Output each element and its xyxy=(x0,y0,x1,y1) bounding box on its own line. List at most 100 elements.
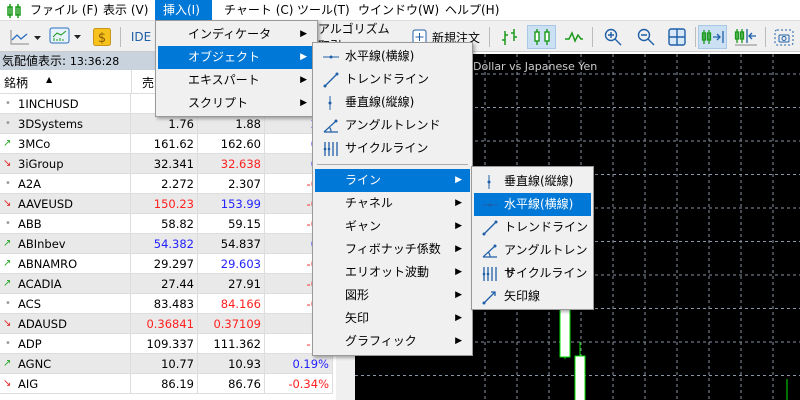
line-item[interactable]: 矢印線 xyxy=(474,285,591,308)
line-item[interactable]: 水平線(横線) xyxy=(474,193,591,216)
symbol-row[interactable]: ↘AAVEUSD150.23153.99-0.7 xyxy=(0,194,333,214)
submenu-arrow-icon: ▶ xyxy=(455,313,462,323)
menu-tools[interactable]: ツール(T) xyxy=(289,0,358,21)
auto-scroll-button[interactable] xyxy=(698,25,727,49)
submenu-arrow-icon: ▶ xyxy=(455,290,462,300)
menu-insert[interactable]: 挿入(I) xyxy=(155,0,212,21)
candlestick-button[interactable] xyxy=(527,25,556,49)
symbol-cell: • A2A xyxy=(0,174,131,194)
menu-help[interactable]: ヘルプ(H) xyxy=(437,0,507,21)
vertical-line-icon xyxy=(328,96,332,110)
submenu-arrow-icon: ▶ xyxy=(455,267,462,277)
zoom-out-button[interactable] xyxy=(633,25,659,49)
bar-chart-button[interactable] xyxy=(497,25,523,49)
object-item[interactable]: 水平線(横線) xyxy=(315,45,470,68)
symbol-row[interactable]: •ADP109.337111.362-1.0 xyxy=(0,334,333,354)
symbol-row[interactable]: ↗ACADIA27.4427.91-0.7 xyxy=(0,274,333,294)
zoom-in-button[interactable] xyxy=(600,25,626,49)
menu-item-label: サイクルライン xyxy=(345,141,429,155)
symbol-row[interactable]: ↗ABInbev54.38254.8370.4 xyxy=(0,234,333,254)
symbol-cell: ↘ AIG xyxy=(0,374,131,394)
menu-view[interactable]: 表示 (V) xyxy=(95,0,156,21)
menu-file[interactable]: ファイル (F) xyxy=(22,0,106,21)
symbol-cell: • ADP xyxy=(0,334,131,354)
symbol-cell: ↗ ABNAMRO xyxy=(0,254,131,274)
bid-cell: 0.36841 xyxy=(131,314,198,334)
object-item[interactable]: サイクルライン xyxy=(315,137,470,160)
menu-item-scripts[interactable]: スクリプト ▶ xyxy=(158,92,315,115)
symbol-cell: • 1INCHUSD xyxy=(0,94,131,114)
symbol-row[interactable]: •A2A2.2722.307-0.2 xyxy=(0,174,333,194)
menu-window[interactable]: ウインドウ(W) xyxy=(350,0,447,21)
dollar-icon[interactable]: $ xyxy=(92,25,112,49)
ask-cell: 0.37109 xyxy=(198,314,265,334)
symbol-row[interactable]: ↘ AIG 86.19 86.76 -0.34% xyxy=(0,374,333,394)
bid-cell: 58.82 xyxy=(131,214,198,234)
trend-up-icon: ↗ xyxy=(3,138,12,149)
chart-shift-button[interactable] xyxy=(731,25,760,49)
line-item[interactable]: サイクルライン xyxy=(474,262,591,285)
symbol-cell: • 3DSystems xyxy=(0,114,131,134)
line-item[interactable]: アングルトレンド xyxy=(474,239,591,280)
menu-item-experts[interactable]: エキスパート ▶ xyxy=(158,69,315,92)
neutral-dot-icon: • xyxy=(5,218,11,229)
ask-cell: 153.99 xyxy=(198,194,265,214)
menu-item-label: フィボナッチ係数 xyxy=(345,242,441,256)
market-watch-title: 気配値表示: xyxy=(2,54,67,68)
symbol-row[interactable]: •3DSystems1.761.882.9 xyxy=(0,114,333,134)
line-chart-button[interactable] xyxy=(561,25,587,49)
ask-cell: 2.307 xyxy=(198,174,265,194)
menu-item-label: チャネル xyxy=(345,196,393,210)
symbol-row[interactable]: •ABB58.8259.15-0.2 xyxy=(0,214,333,234)
line-item[interactable]: トレンドライン xyxy=(474,216,591,239)
object-group-item[interactable]: グラフィック ▶ xyxy=(315,330,470,353)
symbol-row[interactable]: ↗ABNAMRO29.29729.603-0.1 xyxy=(0,254,333,274)
ask-cell: 111.362 xyxy=(198,334,265,354)
bid-cell: 32.341 xyxy=(131,154,198,174)
menu-item-label: 垂直線(縦線) xyxy=(504,174,574,188)
symbol-row[interactable]: ↘ADAUSD0.368410.371091.6 xyxy=(0,314,333,334)
symbol-cell: ↗ 3MCo xyxy=(0,134,131,154)
arrow-line-icon xyxy=(482,291,496,305)
object-group-item[interactable]: 図形 ▶ xyxy=(315,284,470,307)
ide-button[interactable]: IDE xyxy=(126,25,156,49)
chart-type-button[interactable] xyxy=(8,25,44,49)
symbol-row[interactable]: ↗ AGNC 10.77 10.93 0.19% xyxy=(0,354,333,374)
app-logo-icon xyxy=(6,3,22,22)
object-item[interactable]: アングルトレンド xyxy=(315,114,470,137)
screenshot-button[interactable] xyxy=(771,25,797,49)
indicators-button[interactable] xyxy=(48,25,84,49)
menu-item-objects[interactable]: オブジェクト ▶ xyxy=(158,46,315,69)
menu-item-label: 水平線(横線) xyxy=(504,197,574,211)
symbol-row[interactable]: •ACS83.48384.166-0.4 xyxy=(0,294,333,314)
object-group-item[interactable]: エリオット波動 ▶ xyxy=(315,261,470,284)
grid-button[interactable] xyxy=(664,25,690,49)
objects-menu: 水平線(横線) トレンドライン垂直線(縦線) アングルトレンドサイクルライン ライン… xyxy=(312,42,473,356)
menu-item-label: 矢印線 xyxy=(504,289,541,303)
candle xyxy=(574,355,586,400)
menu-item-indicators[interactable]: インディケータ ▶ xyxy=(158,23,315,46)
object-group-item[interactable]: ライン ▶ xyxy=(315,169,470,192)
object-group-item[interactable]: チャネル ▶ xyxy=(315,192,470,215)
object-group-item[interactable]: ギャン ▶ xyxy=(315,215,470,238)
submenu-arrow-icon: ▶ xyxy=(455,221,462,231)
submenu-arrow-icon: ▶ xyxy=(455,336,462,346)
column-bid[interactable]: 売 xyxy=(142,74,154,91)
symbol-cell: ↗ AGNC xyxy=(0,354,131,374)
object-item[interactable]: トレンドライン xyxy=(315,68,470,91)
submenu-arrow-icon: ▶ xyxy=(455,198,462,208)
object-group-item[interactable]: フィボナッチ係数 ▶ xyxy=(315,238,470,261)
menu-item-label: サイクルライン xyxy=(504,266,588,280)
menu-item-label: トレンドライン xyxy=(504,220,589,234)
angle-trend-icon xyxy=(323,119,338,133)
object-item[interactable]: 垂直線(縦線) xyxy=(315,91,470,114)
horizontal-line-icon xyxy=(323,55,339,59)
object-group-item[interactable]: 矢印 ▶ xyxy=(315,307,470,330)
line-item[interactable]: 垂直線(縦線) xyxy=(474,170,591,193)
symbol-row[interactable]: ↗3MCo161.62162.600.9 xyxy=(0,134,333,154)
column-symbol[interactable]: 銘柄 xyxy=(4,74,28,91)
symbol-row[interactable]: ↘3iGroup32.34132.6380.5 xyxy=(0,154,333,174)
symbol-cell: ↗ ACADIA xyxy=(0,274,131,294)
vertical-line-icon xyxy=(487,175,491,189)
menu-item-label: 垂直線(縦線) xyxy=(345,95,415,109)
